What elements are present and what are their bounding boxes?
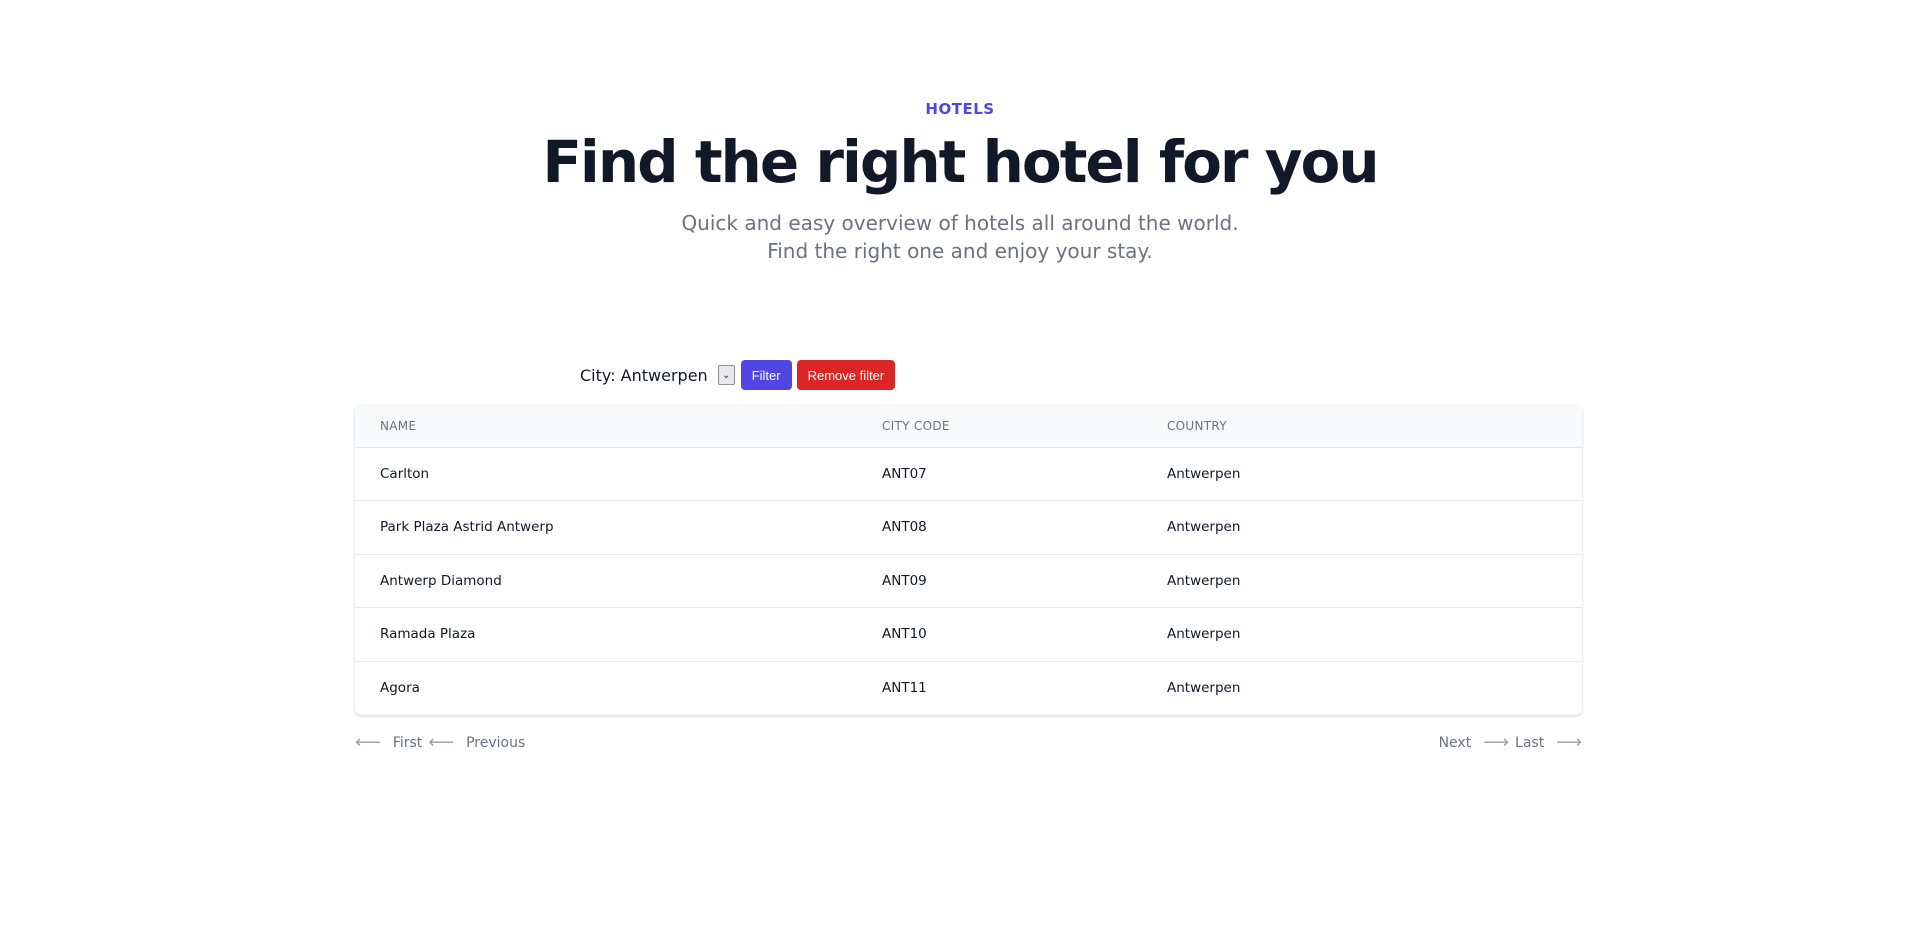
table-row: Park Plaza Astrid Antwerp ANT08 Antwerpe… [355,500,1582,555]
previous-page-label: Previous [466,735,526,751]
hotel-name-cell: Agora [380,680,420,696]
column-header-name: Name [355,405,882,448]
filter-bar: City: Antwerpen ⌄ Filter Remove filter [580,360,896,390]
table-header-row: Name City code Country [355,405,1582,448]
city-filter-label: City: Antwerpen [580,365,708,385]
hotel-name-cell: Antwerp Diamond [355,554,882,608]
country-cell: Antwerpen [1167,607,1582,662]
column-header-city-code: City code [882,405,1167,448]
remove-filter-button[interactable]: Remove filter [796,360,896,390]
city-code-cell: ANT08 [882,500,1167,555]
city-code-cell: ANT11 [882,680,927,696]
section-eyebrow: HOTELS [925,100,995,118]
pagination-left: ⟵ First ⟵ Previous [355,734,525,752]
filter-button[interactable]: Filter [740,360,792,390]
previous-page-link[interactable]: ⟵ Previous [428,734,525,752]
table-row: Antwerp Diamond ANT09 Antwerpen [355,554,1582,608]
table-row: Agora ANT11 Antwerpen [355,661,1582,715]
first-page-link[interactable]: ⟵ First [355,734,422,752]
hotel-name-cell: Ramada Plaza [355,607,882,662]
column-header-country: Country [1167,405,1582,448]
city-select-dropdown[interactable]: ⌄ [717,365,735,385]
arrow-left-icon: ⟵ [428,732,455,753]
country-cell: Antwerpen [1167,680,1241,696]
pagination-right: Next ⟶ Last ⟶ [1439,734,1582,752]
next-page-label: Next [1438,735,1472,751]
hotel-name-cell: Park Plaza Astrid Antwerp [355,500,882,555]
arrow-right-icon: ⟶ [1556,732,1582,753]
chevron-down-icon: ⌄ [721,369,731,381]
country-cell: Antwerpen [1167,500,1582,555]
last-page-label: Last [1515,735,1545,751]
city-code-cell: ANT07 [882,447,1167,501]
first-page-label: First [392,735,423,751]
country-cell: Antwerpen [1167,447,1582,501]
city-code-cell: ANT10 [882,607,1167,662]
arrow-left-icon: ⟵ [355,732,381,753]
hotel-name-cell: Carlton [355,447,882,501]
pagination: ⟵ First ⟵ Previous Next ⟶ Last ⟶ [355,733,1582,753]
hotels-table: Name City code Country Carlton ANT07 Ant… [355,405,1582,715]
table-row: Carlton ANT07 Antwerpen [355,447,1582,501]
page-subtitle: Quick and easy overview of hotels all ar… [681,211,1239,263]
last-page-link[interactable]: Last ⟶ [1515,734,1582,752]
city-code-cell: ANT09 [882,554,1167,608]
arrow-right-icon: ⟶ [1483,732,1510,753]
hotels-table-card: Name City code Country Carlton ANT07 Ant… [355,405,1582,715]
table-row: Ramada Plaza ANT10 Antwerpen [355,607,1582,662]
next-page-link[interactable]: Next ⟶ [1439,734,1509,752]
country-cell: Antwerpen [1167,554,1582,608]
page-title: Find the right hotel for you [542,128,1379,196]
